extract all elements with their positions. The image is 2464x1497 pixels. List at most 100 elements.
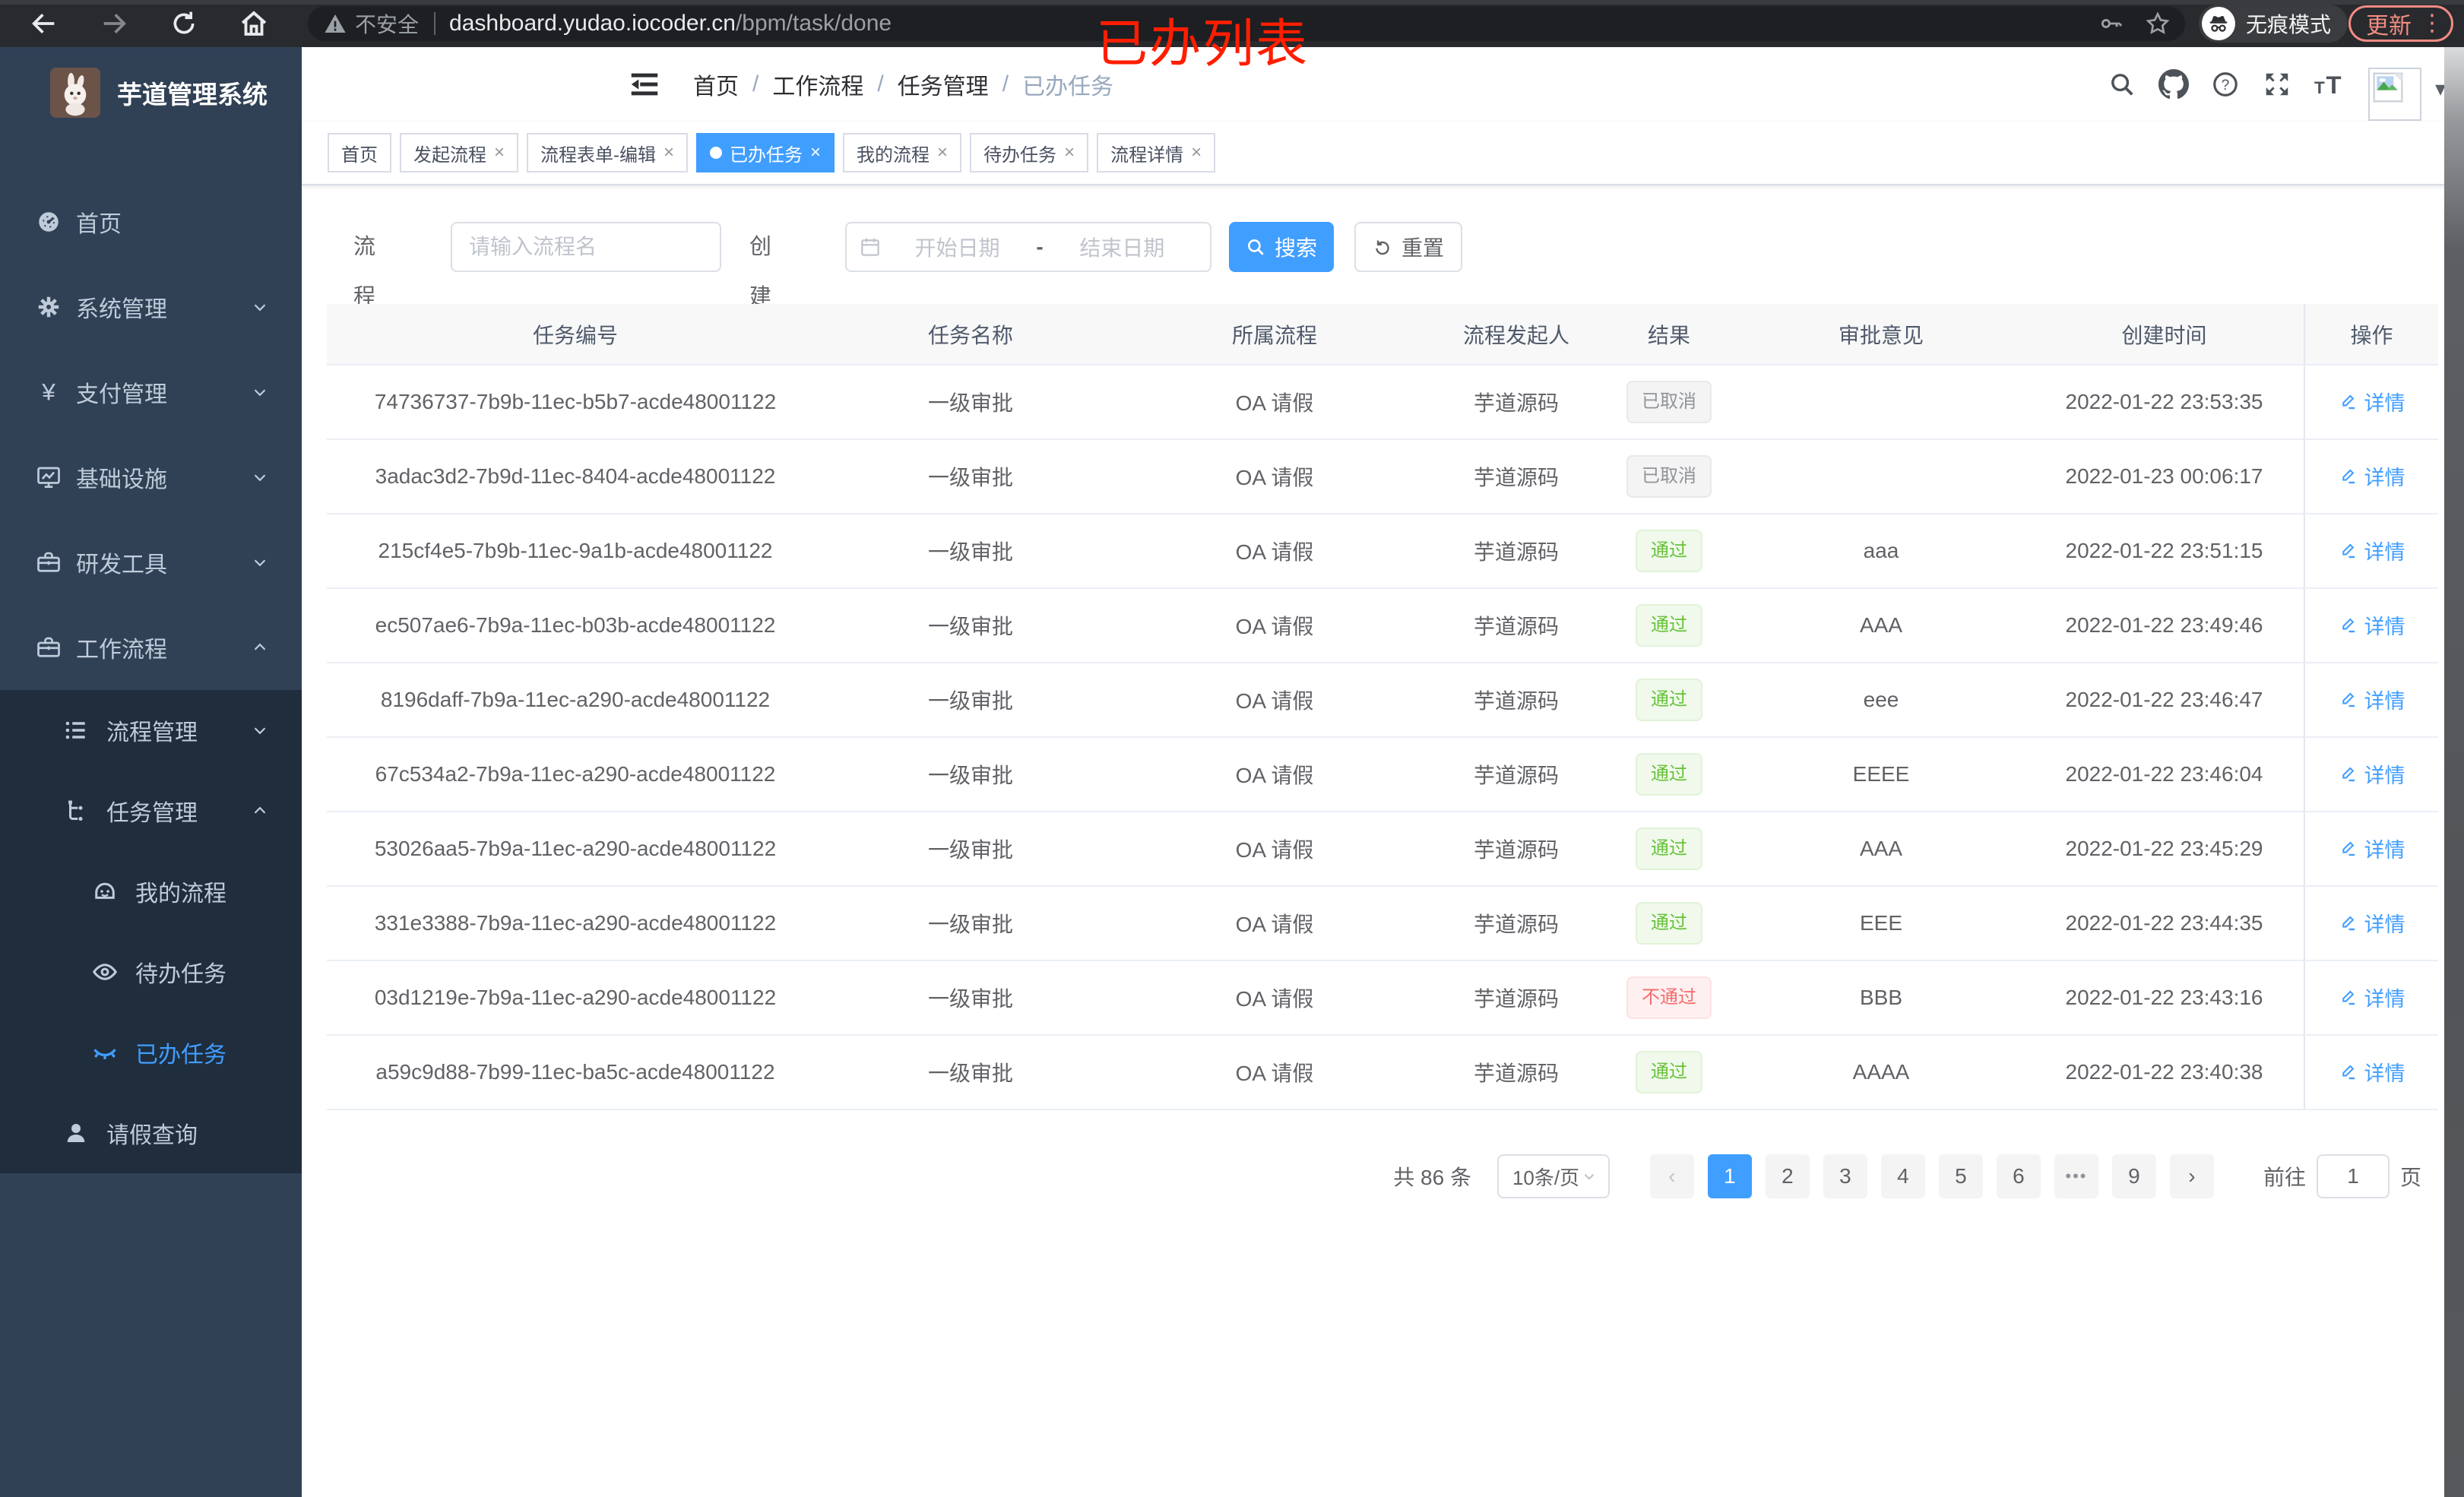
header-search-button[interactable] bbox=[2096, 47, 2148, 122]
detail-button[interactable]: 详情 bbox=[2339, 1057, 2405, 1087]
reset-button[interactable]: 重置 bbox=[1354, 222, 1462, 272]
page-button-1[interactable]: 1 bbox=[1707, 1154, 1752, 1198]
detail-button[interactable]: 详情 bbox=[2339, 610, 2405, 640]
detail-button[interactable]: 详情 bbox=[2339, 908, 2405, 938]
detail-button[interactable]: 详情 bbox=[2339, 536, 2405, 565]
next-page-button[interactable]: › bbox=[2169, 1154, 2214, 1198]
cell-actions: 详情 bbox=[2304, 737, 2438, 812]
page-button-6[interactable]: 6 bbox=[1996, 1154, 2041, 1198]
reset-label: 重置 bbox=[1401, 236, 1444, 260]
cell-actions: 详情 bbox=[2304, 812, 2438, 887]
sidebar-item-工作流程[interactable]: 工作流程 bbox=[0, 605, 302, 690]
sidebar-item-待办任务[interactable]: 待办任务 bbox=[0, 932, 302, 1012]
help-button[interactable]: ? bbox=[2200, 47, 2251, 122]
cell-starter: 芋道源码 bbox=[1432, 886, 1601, 961]
tab-已办任务[interactable]: 已办任务 × bbox=[696, 133, 835, 172]
fullscreen-button[interactable] bbox=[2251, 47, 2303, 122]
close-icon[interactable]: × bbox=[664, 144, 674, 162]
goto-page-input[interactable] bbox=[2316, 1154, 2390, 1198]
github-link[interactable] bbox=[2148, 47, 2200, 122]
breadcrumb-home[interactable]: 首页 bbox=[693, 68, 739, 101]
cell-created-time: 2022-01-22 23:45:29 bbox=[2025, 812, 2304, 887]
tab-待办任务[interactable]: 待办任务 × bbox=[970, 133, 1089, 172]
close-icon[interactable]: × bbox=[937, 144, 948, 162]
sidebar-item-基础设施[interactable]: 基础设施 bbox=[0, 435, 302, 520]
cell-process: OA 请假 bbox=[1117, 1035, 1432, 1110]
date-start-placeholder: 开始日期 bbox=[914, 236, 1000, 260]
cell-actions: 详情 bbox=[2304, 588, 2438, 663]
prev-page-button[interactable]: ‹ bbox=[1649, 1154, 1694, 1198]
sidebar-item-我的流程[interactable]: 我的流程 bbox=[0, 851, 302, 932]
yen-icon: ¥ bbox=[35, 378, 62, 406]
page-button-9[interactable]: 9 bbox=[2111, 1154, 2156, 1198]
edit-icon bbox=[2339, 913, 2358, 933]
detail-button[interactable]: 详情 bbox=[2339, 685, 2405, 714]
close-icon[interactable]: × bbox=[810, 144, 821, 162]
detail-label: 详情 bbox=[2364, 839, 2405, 862]
tab-流程详情[interactable]: 流程详情 × bbox=[1097, 133, 1216, 172]
process-name-input[interactable] bbox=[451, 222, 721, 272]
page-button-2[interactable]: 2 bbox=[1765, 1154, 1810, 1198]
more-pages-button[interactable]: ••• bbox=[2054, 1154, 2098, 1198]
magnifier-icon bbox=[1248, 239, 1264, 255]
detail-button[interactable]: 详情 bbox=[2339, 759, 2405, 789]
hamburger-fold-icon bbox=[631, 73, 658, 96]
page-size-select[interactable]: 10条/页 bbox=[1496, 1154, 1610, 1198]
close-icon[interactable]: × bbox=[494, 144, 505, 162]
address-bar[interactable]: 不安全 dashboard.yudao.iocoder.cn/bpm/task/… bbox=[308, 6, 2185, 41]
incognito-badge: 无痕模式 bbox=[2199, 5, 2348, 43]
date-range-picker[interactable]: 开始日期 - 结束日期 bbox=[845, 222, 1211, 272]
sidebar-item-首页[interactable]: 首页 bbox=[0, 179, 302, 264]
detail-button[interactable]: 详情 bbox=[2339, 461, 2405, 491]
close-icon[interactable]: × bbox=[1064, 144, 1075, 162]
close-icon[interactable]: × bbox=[1191, 144, 1202, 162]
detail-button[interactable]: 详情 bbox=[2339, 387, 2405, 416]
tab-首页[interactable]: 首页 bbox=[328, 133, 391, 172]
sidebar-logo[interactable]: 芋道管理系统 bbox=[0, 47, 302, 138]
detail-button[interactable]: 详情 bbox=[2339, 834, 2405, 863]
url-host: dashboard.yudao.iocoder.cn bbox=[449, 11, 736, 36]
browser-refresh-button[interactable] bbox=[161, 0, 207, 47]
tab-发起流程[interactable]: 发起流程 × bbox=[400, 133, 519, 172]
search-icon bbox=[2111, 74, 2133, 96]
avatar[interactable] bbox=[2367, 68, 2421, 121]
edit-icon bbox=[2339, 392, 2358, 412]
cell-process: OA 请假 bbox=[1117, 365, 1432, 440]
tab-我的流程[interactable]: 我的流程 × bbox=[843, 133, 962, 172]
page-button-5[interactable]: 5 bbox=[1938, 1154, 1983, 1198]
sidebar-item-任务管理[interactable]: 任务管理 bbox=[0, 771, 302, 851]
detail-label: 详情 bbox=[2364, 690, 2405, 714]
dashboard-icon bbox=[35, 208, 62, 236]
sidebar-item-已办任务[interactable]: 已办任务 bbox=[0, 1012, 302, 1093]
star-icon[interactable] bbox=[2144, 10, 2171, 37]
cell-created-time: 2022-01-22 23:46:47 bbox=[2025, 663, 2304, 738]
page-button-4[interactable]: 4 bbox=[1880, 1154, 1925, 1198]
table-row: 331e3388-7b9a-11ec-a290-acde48001122 一级审批… bbox=[327, 886, 2438, 961]
key-icon[interactable] bbox=[2098, 11, 2124, 36]
breadcrumb-workflow[interactable]: 工作流程 bbox=[772, 68, 863, 101]
browser-back-button[interactable] bbox=[21, 0, 67, 47]
chevron-down-icon bbox=[250, 382, 270, 402]
page-scrollbar[interactable] bbox=[2444, 47, 2464, 1497]
monitor-icon bbox=[35, 464, 62, 491]
sidebar-item-请假查询[interactable]: 请假查询 bbox=[0, 1093, 302, 1173]
text-size-button[interactable]: TT bbox=[2303, 47, 2355, 122]
sidebar-item-系统管理[interactable]: 系统管理 bbox=[0, 264, 302, 350]
tab-流程表单-编辑[interactable]: 流程表单-编辑 × bbox=[527, 133, 689, 172]
page-button-3[interactable]: 3 bbox=[1823, 1154, 1867, 1198]
sidebar-item-流程管理[interactable]: 流程管理 bbox=[0, 690, 302, 771]
detail-button[interactable]: 详情 bbox=[2339, 983, 2405, 1012]
forward-icon bbox=[103, 14, 126, 33]
browser-menu-icon[interactable]: ⋮ bbox=[2421, 12, 2443, 35]
sidebar-collapse-button[interactable] bbox=[627, 67, 662, 102]
browser-home-button[interactable] bbox=[231, 0, 277, 47]
sidebar-item-支付管理[interactable]: ¥ 支付管理 bbox=[0, 350, 302, 435]
search-button[interactable]: 搜索 bbox=[1229, 222, 1334, 272]
incognito-label: 无痕模式 bbox=[2246, 13, 2332, 36]
breadcrumb-task-management[interactable]: 任务管理 bbox=[898, 68, 989, 101]
sidebar-item-研发工具[interactable]: 研发工具 bbox=[0, 520, 302, 605]
calendar-icon bbox=[861, 238, 879, 256]
cell-result: 已取消 bbox=[1601, 439, 1737, 514]
browser-update-button[interactable]: 更新 ⋮ bbox=[2348, 5, 2453, 42]
browser-forward-button[interactable] bbox=[91, 0, 137, 47]
